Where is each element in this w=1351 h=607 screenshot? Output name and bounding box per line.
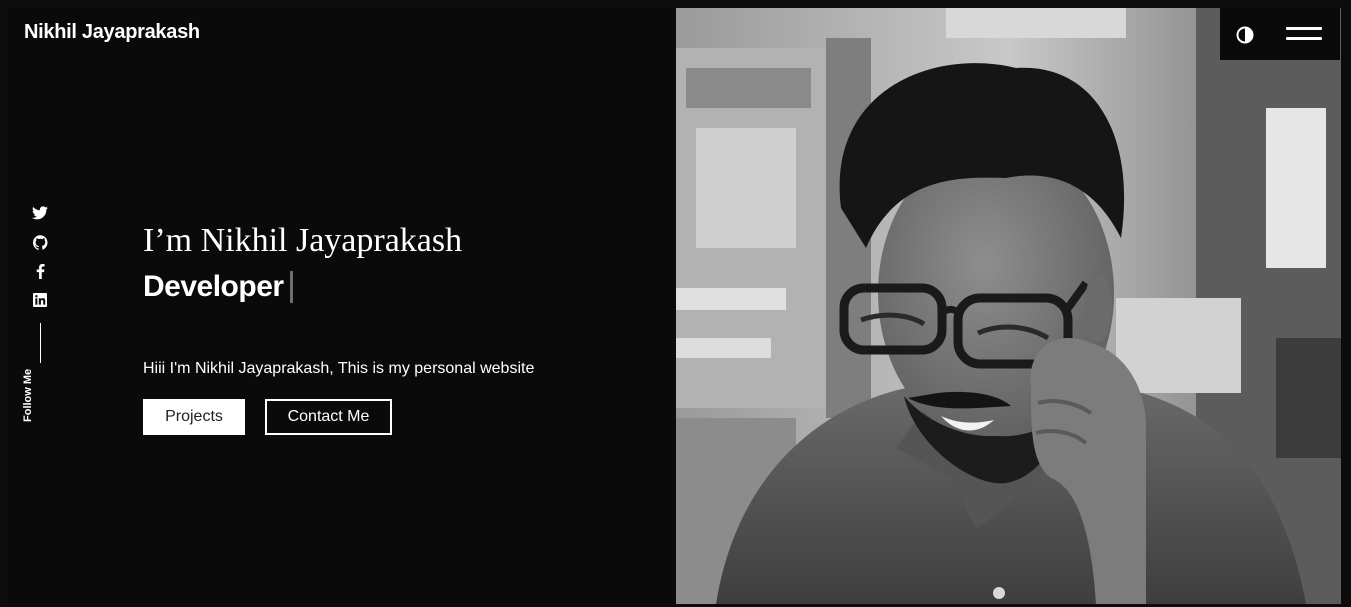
social-divider bbox=[39, 323, 41, 363]
menu-icon[interactable] bbox=[1286, 27, 1324, 43]
projects-button[interactable]: Projects bbox=[143, 399, 245, 435]
twitter-icon[interactable] bbox=[32, 205, 48, 221]
linkedin-icon[interactable] bbox=[32, 292, 48, 308]
social-links bbox=[30, 205, 50, 363]
page-frame: Nikhil Jayaprakash Follow Me I’m Nikhil … bbox=[0, 0, 1351, 607]
hero-tagline: Hiii I'm Nikhil Jayaprakash, This is my … bbox=[143, 360, 535, 377]
hero-title: I’m Nikhil Jayaprakash bbox=[143, 222, 463, 259]
github-icon[interactable] bbox=[32, 234, 48, 250]
contact-me-button[interactable]: Contact Me bbox=[265, 399, 392, 435]
site-brand[interactable]: Nikhil Jayaprakash bbox=[24, 21, 200, 44]
theme-toggle-icon[interactable] bbox=[1236, 26, 1254, 44]
follow-me-label: Follow Me bbox=[22, 368, 34, 422]
profile-photo bbox=[676, 8, 1341, 604]
typing-cursor bbox=[289, 271, 293, 303]
profile-photo-illustration bbox=[676, 8, 1341, 604]
role-text: Developer bbox=[143, 270, 284, 303]
facebook-icon[interactable] bbox=[32, 263, 48, 279]
hero-role: Developer bbox=[143, 270, 293, 304]
